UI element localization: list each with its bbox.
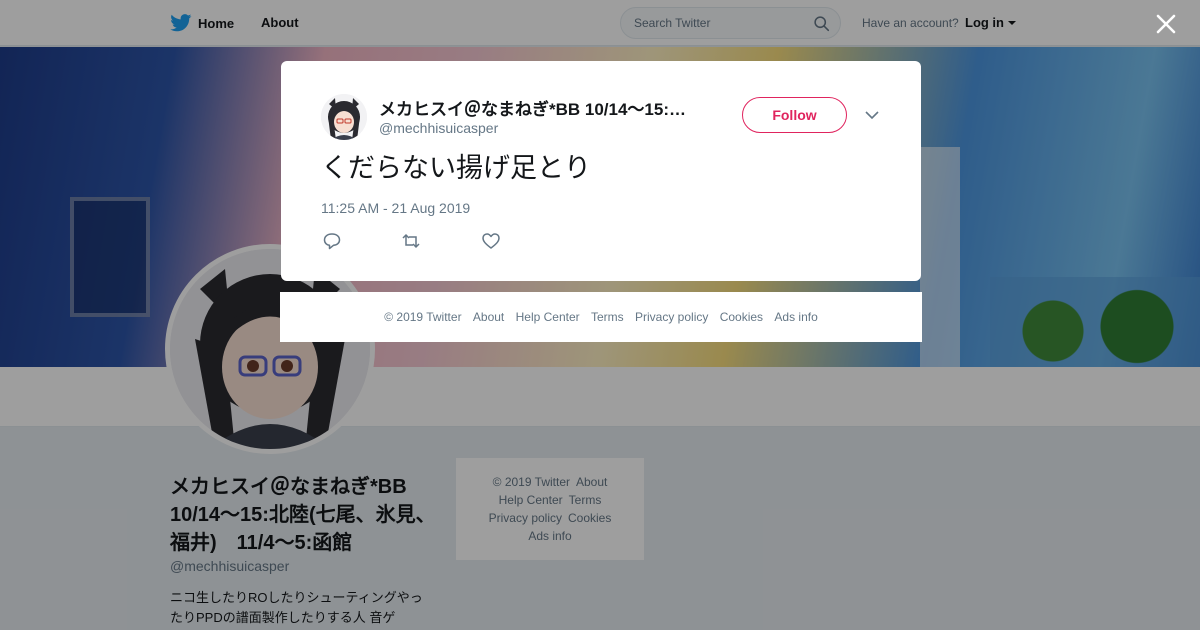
tweet-text: くだらない揚げ足とり [321,153,591,184]
close-icon[interactable] [1152,10,1180,38]
tweet-author-avatar[interactable] [321,94,367,140]
tweet-timestamp[interactable]: 11:25 AM - 21 Aug 2019 [321,200,470,216]
retweet-icon[interactable] [401,231,421,251]
heart-icon[interactable] [481,231,501,251]
modal-footer-copyright: © 2019 Twitter [384,310,462,324]
modal-footer-terms-link[interactable]: Terms [591,310,624,324]
tweet-modal: メカヒスイ＠なまねぎ*BB 10/14～15:北陸(七尾、氷見、福井) 11/4… [281,61,921,281]
modal-footer: © 2019 Twitter About Help Center Terms P… [280,292,922,342]
follow-button[interactable]: Follow [742,97,847,133]
modal-footer-about-link[interactable]: About [473,310,504,324]
tweet-author-handle[interactable]: @mechhisuicasper [379,120,498,136]
modal-footer-cookies-link[interactable]: Cookies [720,310,763,324]
chevron-down-icon[interactable] [865,110,879,120]
avatar-illustration-small [321,94,367,140]
reply-icon[interactable] [322,231,342,251]
modal-footer-ads-link[interactable]: Ads info [774,310,817,324]
tweet-author-name[interactable]: メカヒスイ＠なまねぎ*BB 10/14～15:北陸(七尾、氷見、福井) 11/4… [379,95,694,120]
modal-footer-privacy-link[interactable]: Privacy policy [635,310,708,324]
modal-footer-help-link[interactable]: Help Center [516,310,580,324]
